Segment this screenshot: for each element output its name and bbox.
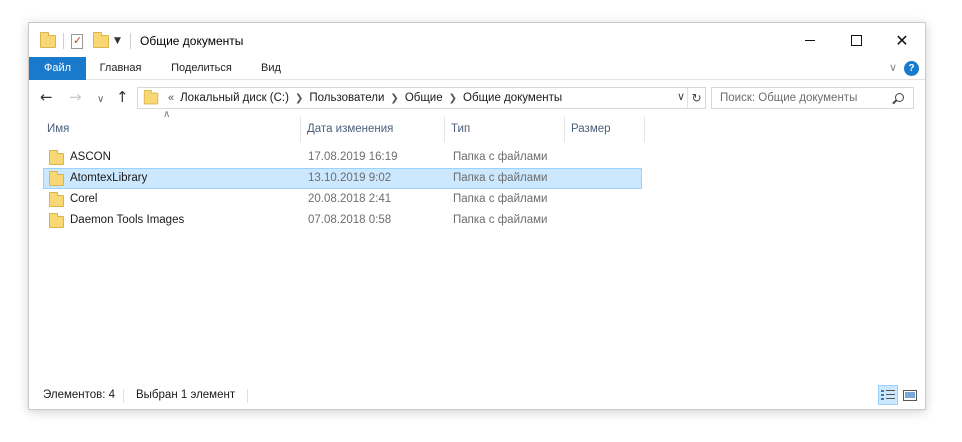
properties-icon[interactable] [71, 32, 83, 50]
expand-ribbon-icon[interactable]: ∨ [889, 61, 897, 74]
large-icons-view-icon [903, 389, 917, 401]
list-item[interactable]: ASCON 17.08.2019 16:19 Папка с файлами [43, 147, 642, 168]
file-type: Папка с файлами [453, 214, 548, 226]
breadcrumb-users[interactable]: Пользователи [309, 92, 384, 104]
folder-icon [49, 213, 64, 228]
search-box[interactable] [711, 87, 914, 109]
breadcrumb-public-documents[interactable]: Общие документы [463, 92, 562, 104]
folder-icon [49, 192, 64, 207]
breadcrumb-local-disk[interactable]: Локальный диск (C:) [180, 92, 289, 104]
breadcrumb-overflow[interactable]: « [168, 92, 174, 104]
address-history-chevron-icon[interactable]: ∨ [677, 90, 685, 103]
recent-locations-chevron-icon[interactable]: ∨ [97, 92, 104, 108]
up-arrow-icon[interactable]: ↑ [116, 89, 129, 105]
items-count: Элементов: 4 [43, 389, 116, 401]
list-item[interactable]: AtomtexLibrary 13.10.2019 9:02 Папка с ф… [43, 168, 642, 189]
details-view-icon [881, 389, 895, 401]
breadcrumb-public[interactable]: Общие [405, 92, 443, 104]
title-bar: ▼ Общие документы ✕ [29, 23, 925, 57]
tab-view[interactable]: Вид [248, 57, 294, 80]
forward-arrow-icon[interactable]: → [69, 89, 82, 105]
quick-access-divider [130, 33, 131, 49]
large-icons-view-button[interactable] [900, 385, 920, 405]
minimize-button[interactable] [787, 23, 833, 57]
chevron-right-icon[interactable]: ❯ [449, 93, 457, 104]
ribbon-tabs: Файл Главная Поделиться Вид ∨ ? [29, 57, 925, 80]
quick-access-divider [63, 33, 64, 49]
column-header-name[interactable]: Имя [41, 116, 301, 142]
file-type: Папка с файлами [453, 172, 548, 184]
column-header-size[interactable]: Размер [565, 116, 645, 142]
folder-icon [40, 31, 56, 50]
details-view-button[interactable] [878, 385, 898, 405]
chevron-right-icon[interactable]: ❯ [295, 93, 303, 104]
folder-icon [49, 171, 64, 186]
chevron-right-icon[interactable]: ❯ [390, 93, 398, 104]
file-name: AtomtexLibrary [70, 172, 148, 184]
file-date: 20.08.2018 2:41 [308, 193, 392, 205]
file-date: 17.08.2019 16:19 [308, 151, 398, 163]
address-bar[interactable]: « Локальный диск (C:) ❯ Пользователи ❯ О… [137, 87, 706, 109]
file-date: 13.10.2019 9:02 [308, 172, 392, 184]
file-name: Corel [70, 193, 98, 205]
tab-file[interactable]: Файл [29, 57, 86, 80]
folder-icon [143, 89, 159, 104]
column-header-type[interactable]: Тип [445, 116, 565, 142]
search-icon[interactable] [895, 93, 904, 102]
selected-count: Выбран 1 элемент [136, 389, 236, 401]
status-bar: Элементов: 4 Выбран 1 элемент [29, 383, 925, 409]
file-date: 07.08.2018 0:58 [308, 214, 392, 226]
explorer-window: ▼ Общие документы ✕ Файл Главная Поделит… [28, 22, 926, 410]
file-type: Папка с файлами [453, 151, 548, 163]
status-divider [247, 389, 248, 403]
close-button[interactable]: ✕ [879, 23, 925, 57]
file-name: Daemon Tools Images [70, 214, 185, 226]
list-item[interactable]: Corel 20.08.2018 2:41 Папка с файлами [43, 189, 642, 210]
help-icon[interactable]: ? [904, 61, 919, 76]
file-type: Папка с файлами [453, 193, 548, 205]
search-input[interactable] [720, 88, 890, 108]
column-header-date[interactable]: Дата изменения [301, 116, 445, 142]
new-folder-icon[interactable] [93, 31, 109, 50]
status-divider [123, 389, 124, 403]
tab-home[interactable]: Главная [86, 57, 155, 80]
tab-share[interactable]: Поделиться [155, 57, 248, 80]
maximize-button[interactable] [833, 23, 879, 57]
file-name: ASCON [70, 151, 111, 163]
folder-icon [49, 150, 64, 165]
column-headers: ∧ Имя Дата изменения Тип Размер [29, 109, 925, 142]
customize-quick-access-icon[interactable]: ▼ [114, 32, 121, 50]
back-arrow-icon[interactable]: ← [40, 89, 53, 105]
refresh-icon[interactable]: ↻ [687, 88, 705, 108]
list-item[interactable]: Daemon Tools Images 07.08.2018 0:58 Папк… [43, 210, 642, 231]
window-title: Общие документы [140, 34, 244, 48]
